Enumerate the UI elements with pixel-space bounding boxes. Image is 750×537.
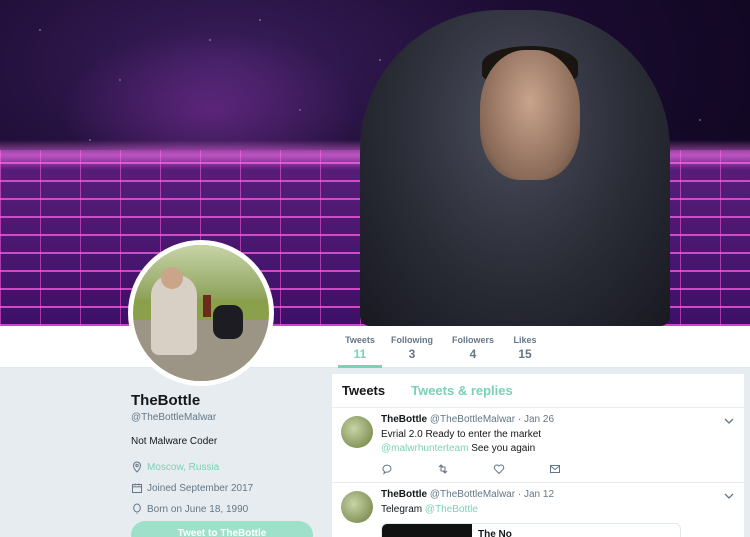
avatar-head bbox=[161, 267, 183, 289]
tweet-dot: · bbox=[517, 414, 522, 425]
nav-tweets[interactable]: Tweets 11 bbox=[338, 326, 382, 368]
banner-figure bbox=[360, 10, 670, 326]
chevron-down-icon[interactable] bbox=[724, 416, 734, 426]
tweet-header: TheBottle @TheBottleMalwar · Jan 26 bbox=[381, 414, 734, 425]
tweet-date[interactable]: Jan 12 bbox=[524, 489, 554, 500]
profile-location-link[interactable]: Moscow, Russia bbox=[147, 462, 219, 473]
tweet-mention[interactable]: @TheBottle bbox=[425, 504, 478, 515]
nav-followers[interactable]: Followers 4 bbox=[450, 326, 496, 368]
tab-tweets-replies[interactable]: Tweets & replies bbox=[411, 383, 513, 398]
profile-joined-text: Joined September 2017 bbox=[147, 482, 254, 494]
nav-likes[interactable]: Likes 15 bbox=[510, 326, 540, 368]
nav-followers-label: Followers bbox=[451, 335, 494, 345]
chevron-down-icon[interactable] bbox=[724, 491, 734, 501]
link-card-title: The No bbox=[478, 529, 512, 537]
balloon-icon bbox=[133, 503, 141, 514]
nav-likes-count: 15 bbox=[518, 347, 532, 361]
nav-following-label: Following bbox=[391, 335, 433, 345]
timeline-tabs: Tweets Tweets & replies bbox=[332, 374, 744, 408]
tweet-author-handle[interactable]: @TheBottleMalwar bbox=[430, 414, 515, 425]
envelope-icon bbox=[550, 465, 560, 473]
timeline: Tweets Tweets & replies TheBottle @TheBo… bbox=[332, 374, 744, 537]
tweet-actions bbox=[381, 462, 734, 476]
avatar-bottle bbox=[203, 295, 211, 317]
banner-face bbox=[480, 50, 580, 180]
nav-tweets-count: 11 bbox=[353, 347, 367, 361]
tweet-author-name[interactable]: TheBottle bbox=[381, 414, 427, 425]
nav-tweets-label: Tweets bbox=[345, 335, 375, 345]
profile-location: Moscow, Russia bbox=[131, 461, 321, 473]
avatar-bag bbox=[213, 305, 243, 339]
reply-icon bbox=[382, 464, 392, 475]
tweet-date[interactable]: Jan 26 bbox=[524, 414, 554, 425]
tweet-item[interactable]: TheBottle @TheBottleMalwar · Jan 26 Evri… bbox=[332, 408, 744, 483]
profile-bio: Not Malware Coder bbox=[131, 436, 218, 447]
nav-following[interactable]: Following 3 bbox=[389, 326, 435, 368]
tweet-author-handle[interactable]: @TheBottleMalwar bbox=[430, 489, 515, 500]
nav-following-count: 3 bbox=[408, 347, 416, 361]
tweet-text-line: Evrial 2.0 Ready to enter the market bbox=[381, 429, 542, 440]
tab-tweets[interactable]: Tweets bbox=[342, 383, 385, 398]
retweet-icon bbox=[438, 464, 448, 474]
like-action[interactable] bbox=[493, 462, 549, 476]
profile-card: TheBottle @TheBottleMalwar Not Malware C… bbox=[131, 392, 321, 515]
tweet-avatar[interactable] bbox=[341, 491, 373, 523]
profile-name[interactable]: TheBottle bbox=[131, 392, 321, 409]
tweet-to-button[interactable]: Tweet to TheBottle bbox=[131, 521, 313, 537]
nav-likes-label: Likes bbox=[513, 335, 537, 345]
reply-action[interactable] bbox=[381, 462, 437, 476]
message-action[interactable] bbox=[549, 462, 605, 476]
header-banner bbox=[0, 0, 750, 326]
tweet-text-after: See you again bbox=[471, 443, 536, 454]
profile-joined: Joined September 2017 bbox=[131, 482, 321, 494]
tweet-text: Telegram @TheBottle bbox=[381, 503, 734, 517]
profile-birthday: Born on June 18, 1990 bbox=[131, 503, 321, 515]
tweet-author-name[interactable]: TheBottle bbox=[381, 489, 427, 500]
profile-avatar[interactable] bbox=[128, 240, 274, 386]
tweet-item[interactable]: TheBottle @TheBottleMalwar · Jan 12 Tele… bbox=[332, 483, 744, 537]
profile-nav: Tweets 11 Following 3 Followers 4 Likes … bbox=[0, 326, 750, 368]
tweet-dot: · bbox=[517, 489, 522, 500]
link-card-image bbox=[382, 524, 472, 537]
tweet-text: Evrial 2.0 Ready to enter the market @ma… bbox=[381, 428, 734, 456]
profile-handle[interactable]: @TheBottleMalwar bbox=[131, 412, 321, 423]
tweet-header: TheBottle @TheBottleMalwar · Jan 12 bbox=[381, 489, 734, 500]
link-card[interactable]: The No bbox=[381, 523, 681, 537]
tweet-mention[interactable]: @malwrhunterteam bbox=[381, 443, 468, 454]
heart-icon bbox=[493, 464, 505, 475]
tweet-avatar[interactable] bbox=[341, 416, 373, 448]
calendar-icon bbox=[132, 483, 142, 493]
tweet-text-line: Telegram bbox=[381, 504, 423, 515]
profile-birthday-text: Born on June 18, 1990 bbox=[147, 503, 249, 515]
location-pin-icon bbox=[132, 461, 142, 473]
nav-followers-count: 4 bbox=[469, 347, 477, 361]
retweet-action[interactable] bbox=[437, 462, 493, 476]
